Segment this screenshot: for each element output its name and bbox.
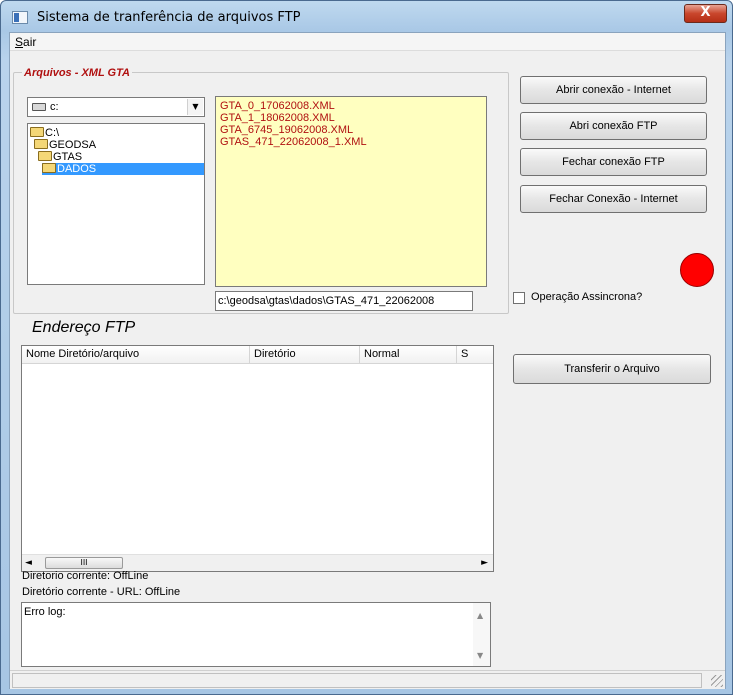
assincrona-label[interactable]: Operação Assincrona? (531, 291, 642, 303)
column-header-s[interactable]: S (457, 346, 493, 364)
fechar-conexao-ftp-button[interactable]: Fechar conexão FTP (520, 148, 707, 176)
scroll-right-icon[interactable]: ► (481, 558, 488, 568)
folder-open-icon (42, 163, 56, 173)
selected-path-field[interactable]: c:\geodsa\gtas\dados\GTAS_471_22062008 (215, 291, 473, 311)
folder-open-icon (30, 127, 44, 137)
directory-list[interactable]: C:\ GEODSA GTAS DADOS (27, 123, 205, 285)
status-bar-panel (12, 673, 702, 688)
drive-value: c: (50, 101, 59, 113)
error-log-label: Erro log: (24, 606, 66, 618)
file-item[interactable]: GTAS_471_22062008_1.XML (220, 136, 367, 148)
title-bar[interactable]: Sistema de tranferência de arquivos FTP … (1, 1, 732, 33)
scroll-down-icon[interactable]: ▼ (477, 651, 483, 660)
client-area: Sair Arquivos - XML GTA c: ▼ C:\ GEODSA … (9, 32, 726, 689)
column-header-diretorio[interactable]: Diretório (250, 346, 360, 364)
scroll-left-icon[interactable]: ◄ (25, 558, 32, 568)
status-bar (10, 670, 725, 689)
file-item[interactable]: GTA_0_17062008.XML (220, 100, 335, 112)
window-title: Sistema de tranferência de arquivos FTP (37, 10, 301, 25)
file-item[interactable]: GTA_6745_19062008.XML (220, 124, 353, 136)
menu-bar: Sair (10, 33, 725, 51)
directory-item-dados[interactable]: DADOS (42, 163, 204, 175)
diretorio-corrente-url-status: Diretório corrente - URL: OffLine (22, 586, 181, 598)
main-window: Sistema de tranferência de arquivos FTP … (0, 0, 733, 695)
diretorio-corrente-status: Diretorio corrente: OffLine (22, 570, 149, 582)
endereco-ftp-label: Endereço FTP (32, 319, 136, 336)
scroll-up-icon[interactable]: ▲ (477, 611, 483, 620)
resize-grip-icon[interactable] (711, 675, 723, 687)
column-header-nome[interactable]: Nome Diretório/arquivo (22, 346, 250, 364)
directory-item-geodsa[interactable]: GEODSA (34, 139, 96, 151)
folder-open-icon (34, 139, 48, 149)
vertical-scrollbar[interactable]: ▲ ▼ (473, 603, 490, 666)
menu-item-sair[interactable]: Sair (15, 35, 36, 49)
ftp-file-list[interactable]: Nome Diretório/arquivo Diretório Normal … (21, 345, 494, 572)
abrir-conexao-ftp-button[interactable]: Abri conexão FTP (520, 112, 707, 140)
fechar-conexao-internet-button[interactable]: Fechar Conexão - Internet (520, 185, 707, 213)
connection-status-indicator (680, 253, 714, 287)
drive-select[interactable]: c: ▼ (27, 97, 205, 117)
scroll-thumb[interactable]: III (45, 557, 123, 569)
close-button[interactable]: X (684, 4, 727, 23)
error-log-textarea[interactable]: Erro log: ▲ ▼ (21, 602, 491, 667)
arquivos-legend: Arquivos - XML GTA (22, 67, 132, 79)
app-icon (12, 11, 28, 24)
file-list[interactable]: GTA_0_17062008.XML GTA_1_18062008.XML GT… (215, 96, 487, 287)
horizontal-scrollbar[interactable]: ◄ III ► (22, 554, 493, 571)
assincrona-checkbox[interactable] (513, 292, 525, 304)
ftp-list-header: Nome Diretório/arquivo Diretório Normal … (22, 346, 493, 364)
abrir-conexao-internet-button[interactable]: Abrir conexão - Internet (520, 76, 707, 104)
folder-open-icon (38, 151, 52, 161)
directory-item-gtas[interactable]: GTAS (38, 151, 82, 163)
file-item[interactable]: GTA_1_18062008.XML (220, 112, 335, 124)
drive-icon (32, 103, 46, 111)
directory-item-root[interactable]: C:\ (30, 127, 59, 139)
column-header-normal[interactable]: Normal (360, 346, 457, 364)
chevron-down-icon[interactable]: ▼ (187, 99, 203, 115)
transferir-arquivo-button[interactable]: Transferir o Arquivo (513, 354, 711, 384)
